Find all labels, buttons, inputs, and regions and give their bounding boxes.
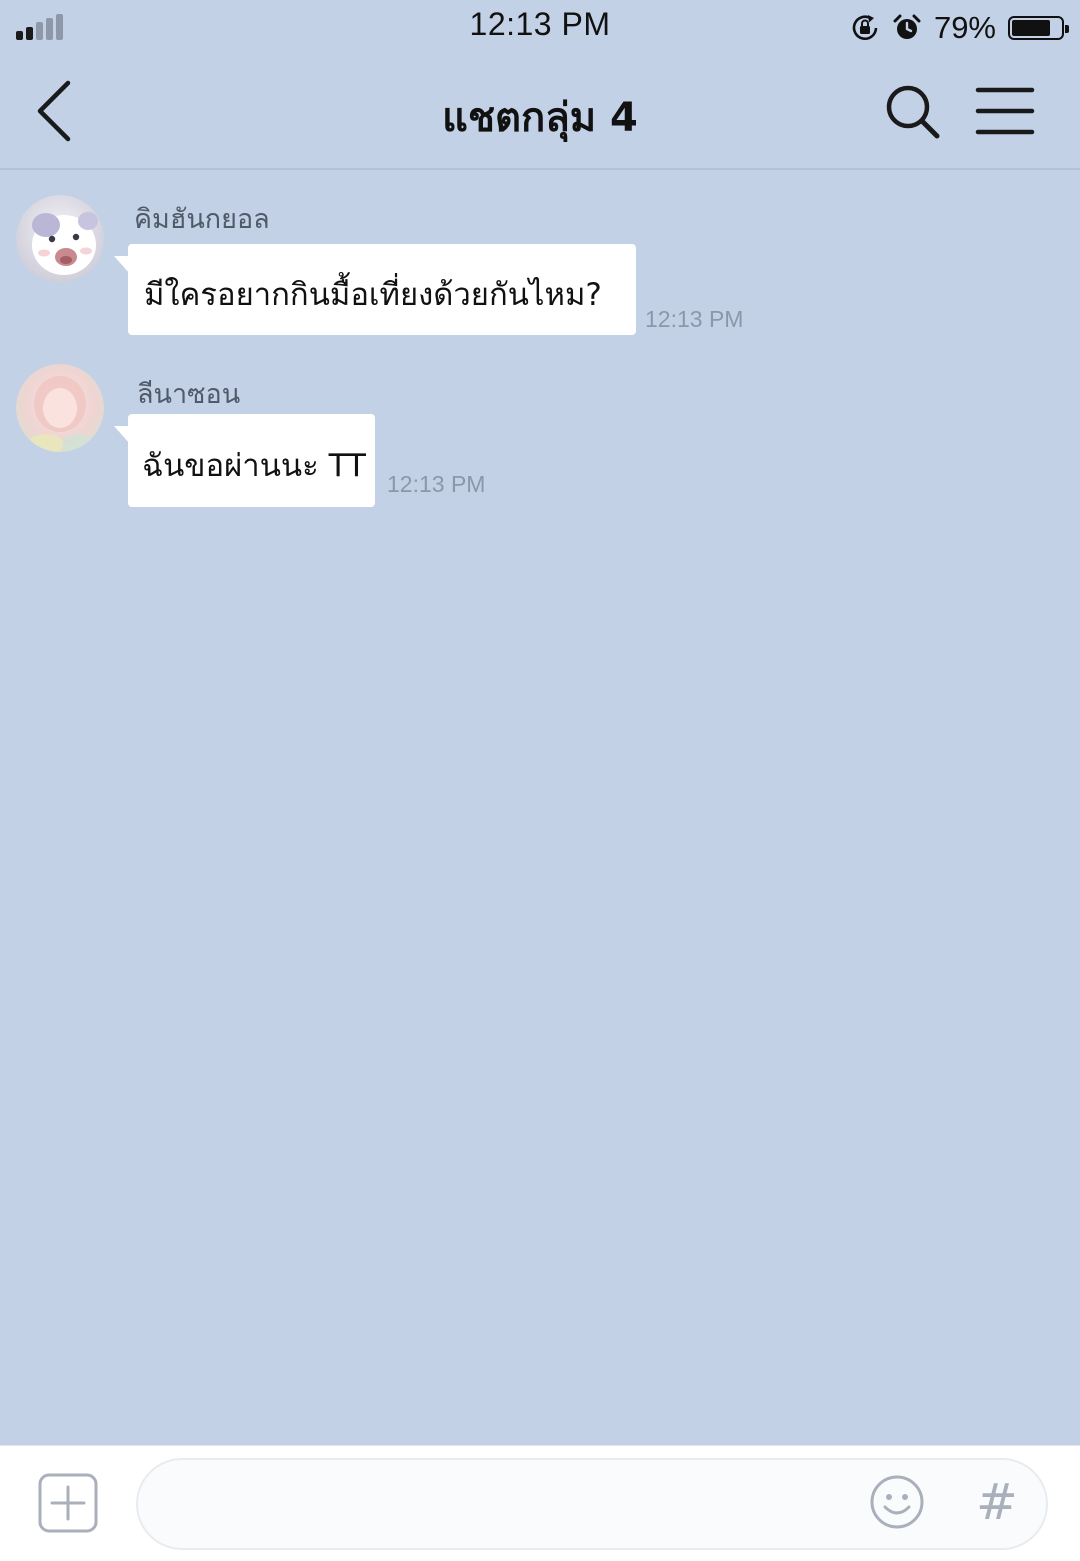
chat-title: แชตกลุ่ม 4 <box>442 95 638 141</box>
chat-screen: 12:13 PM 79% แชตกลุ่ม 4 คิมฮันกยอล มีใคร… <box>0 0 1080 1561</box>
alarm-icon <box>893 14 921 39</box>
sender-name: คิมฮันกยอล <box>134 204 270 235</box>
message-timestamp: 12:13 PM <box>645 306 744 332</box>
add-icon <box>38 1473 98 1533</box>
nav-bar: แชตกลุ่ม 4 <box>0 55 1080 170</box>
message-item: ลีนาซอน ฉันขอผ่านนะ TT 12:13 PM <box>0 363 1080 513</box>
battery-level <box>1012 20 1050 36</box>
back-chevron-icon <box>37 80 71 142</box>
orientation-lock-icon <box>852 15 878 41</box>
message-item: คิมฮันกยอล มีใครอยากกินมื้อเที่ยงด้วยกัน… <box>0 193 1080 343</box>
message-input-bar: # <box>0 1445 1080 1561</box>
hashtag-icon[interactable]: # <box>972 1471 1022 1533</box>
sender-avatar[interactable] <box>16 364 104 452</box>
status-bar: 12:13 PM 79% <box>0 0 1080 55</box>
emoji-icon <box>870 1475 924 1529</box>
emoji-button[interactable] <box>868 1473 926 1531</box>
message-timestamp: 12:13 PM <box>387 471 486 497</box>
sender-avatar[interactable] <box>16 195 104 283</box>
message-bubble[interactable]: ฉันขอผ่านนะ TT <box>114 414 375 507</box>
battery-percent: 79% <box>933 10 996 45</box>
battery-icon <box>1008 16 1069 40</box>
add-button[interactable] <box>38 1473 98 1533</box>
sender-name: ลีนาซอน <box>137 379 241 410</box>
message-text: ฉันขอผ่านนะ TT <box>142 448 366 484</box>
menu-button[interactable] <box>972 81 1038 141</box>
search-button[interactable] <box>880 79 946 145</box>
message-text: มีใครอยากกินมื้อเที่ยงด้วยกันไหม? <box>144 277 602 313</box>
search-icon <box>886 85 940 139</box>
status-indicators: 79% <box>850 8 1069 48</box>
message-bubble[interactable]: มีใครอยากกินมื้อเที่ยงด้วยกันไหม? <box>114 244 636 335</box>
back-button[interactable] <box>26 75 86 145</box>
menu-icon <box>975 87 1035 135</box>
